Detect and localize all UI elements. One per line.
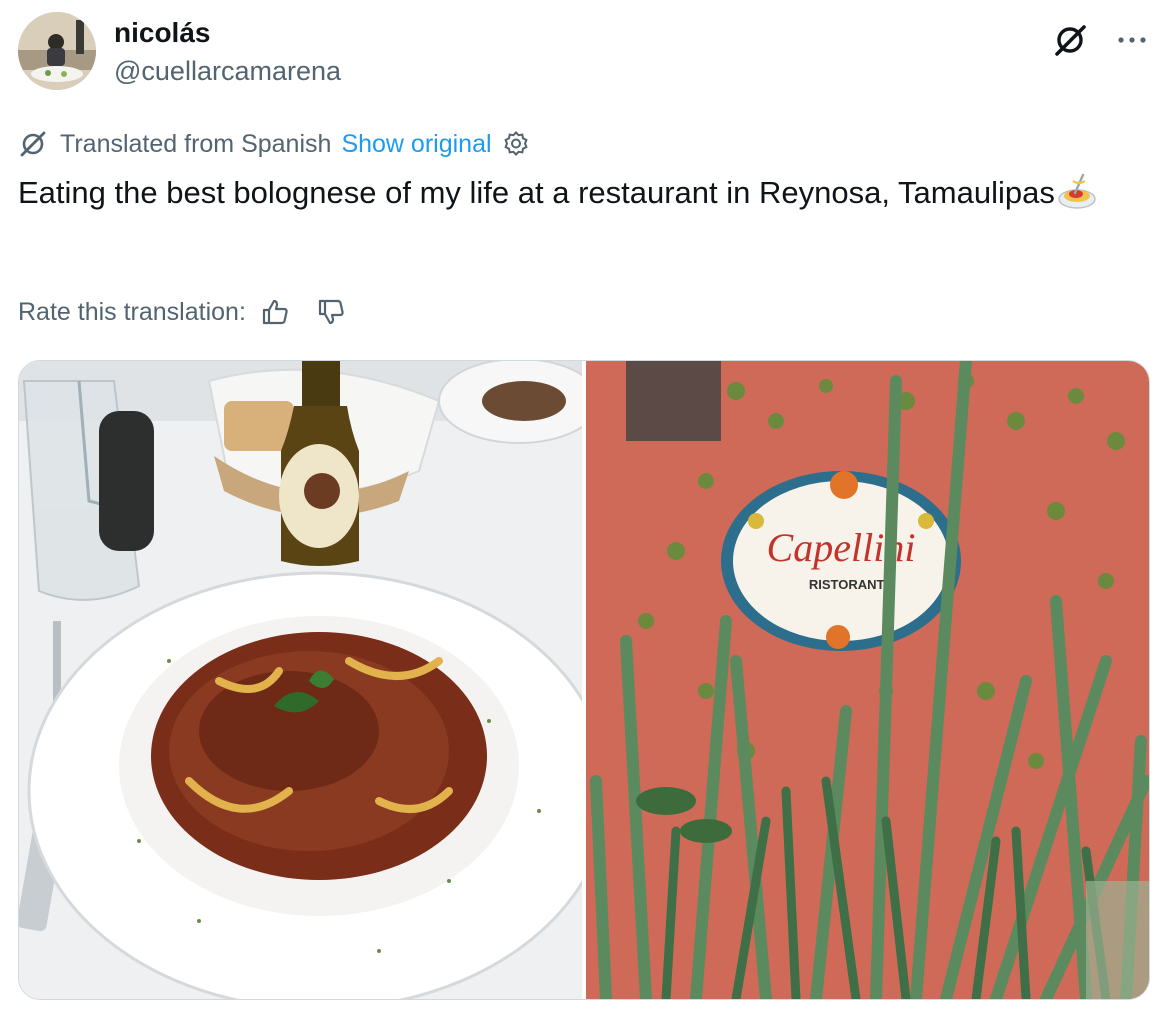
avatar[interactable]: [18, 12, 96, 90]
rate-translation-bar: Rate this translation:: [18, 292, 346, 332]
tweet-text: Eating the best bolognese of my life at …: [18, 170, 1138, 215]
tweet-header: nicolás @cuellarcamarena: [18, 12, 1150, 92]
spaghetti-emoji-icon: [1057, 173, 1097, 211]
gear-icon[interactable]: [502, 130, 530, 158]
sign-sub-text: RISTORANTE: [809, 577, 894, 592]
show-original-link[interactable]: Show original: [341, 130, 491, 159]
translated-from-label: Translated from Spanish: [60, 129, 332, 158]
display-name[interactable]: nicolás: [114, 16, 341, 50]
media-grid: Capellini RISTORANTE: [18, 360, 1150, 1000]
translate-slash-icon: [18, 129, 48, 159]
grok-slash-icon[interactable]: [1048, 20, 1092, 60]
rate-translation-label: Rate this translation:: [18, 297, 246, 326]
avatar-photo-icon: [18, 12, 96, 90]
thumbs-up-icon[interactable]: [260, 297, 290, 327]
more-options-icon[interactable]: [1114, 20, 1150, 60]
user-handle[interactable]: @cuellarcamarena: [114, 54, 341, 88]
restaurant-sign-photo[interactable]: Capellini RISTORANTE: [586, 361, 1149, 999]
bolognese-pasta-photo[interactable]: [19, 361, 582, 999]
translation-bar: Translated from Spanish Show original: [18, 126, 530, 162]
tweet-text-body: Eating the best bolognese of my life at …: [18, 175, 1055, 210]
thumbs-down-icon[interactable]: [316, 297, 346, 327]
